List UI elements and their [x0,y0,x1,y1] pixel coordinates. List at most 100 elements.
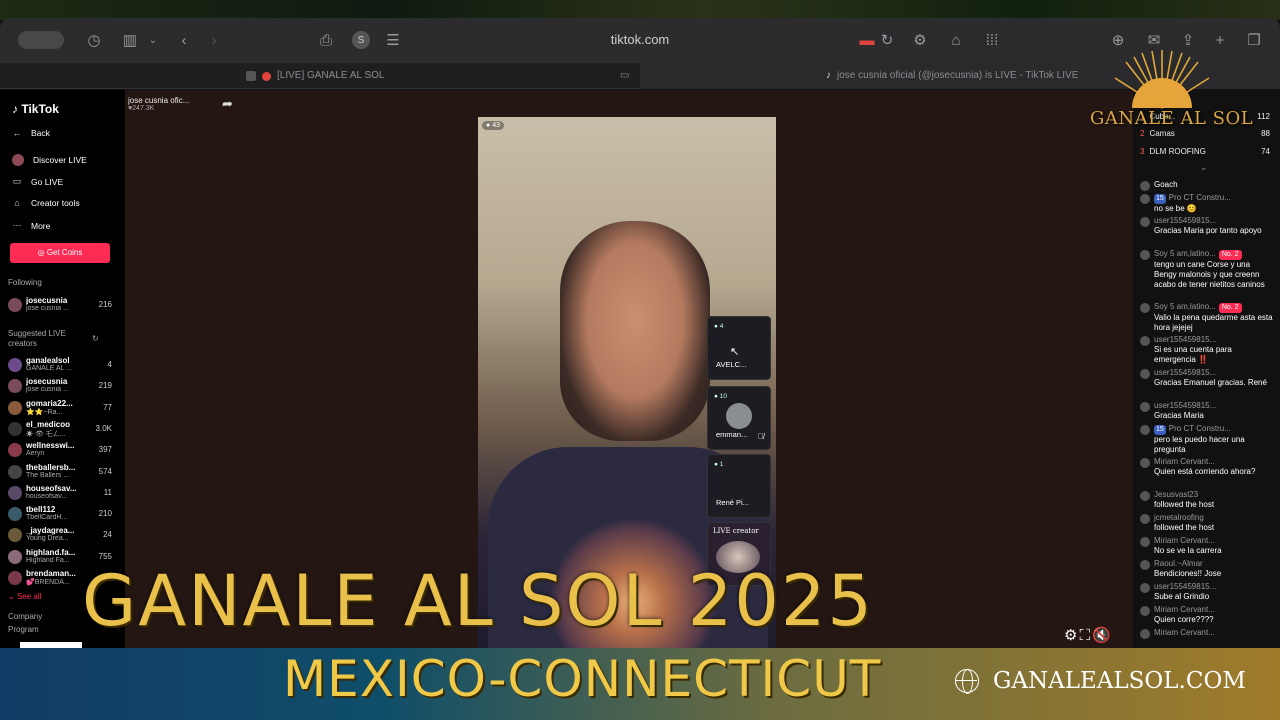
account-subtitle: ⭐⭐~Ra... [26,408,63,416]
settings-icon[interactable]: ⚙ [1064,627,1079,644]
comment-username: Soy 5 am,latino... [1154,249,1216,258]
comment-item[interactable]: 15 Pro CT Constru... no se be 😊 [1140,193,1274,214]
suggested-account[interactable]: ganalealsol GANALE AL ... 4 [8,356,112,376]
comment-username: Miriam Cervant... [1154,628,1215,637]
comment-item[interactable]: Soy 5 am,latino... No. 2 tengo un cane Cor… [1140,249,1274,290]
comment-item[interactable]: Miriam Cervant... No se ve la carrera [1140,536,1274,556]
account-name: gomaria22... [26,398,73,408]
account-name: brendaman... [26,569,76,578]
tab-live-ganale[interactable]: [LIVE] GANALE AL SOL [246,63,384,89]
fullscreen-icon[interactable]: ⛶ [1079,627,1092,644]
home-icon[interactable]: ⌂ [946,28,966,52]
avatar [8,400,22,415]
panel-icon[interactable]: ▥ [120,28,140,52]
comment-item[interactable]: user155459815... Si es una cuenta para em… [1140,335,1274,365]
suggested-account[interactable]: houseofsav... houseofsav... 11 [8,484,112,504]
picture-in-picture-icon[interactable]: ▭ [620,63,636,89]
suggested-account[interactable]: _jaydagrea... Young Drea... 24 [8,526,112,546]
comment-item[interactable]: Miriam Cervant... Quien está corriendo ah… [1140,457,1274,477]
comment-item[interactable]: user155459815... Sube al Grindio [1140,582,1274,602]
clock-icon[interactable]: ◷ [84,28,104,52]
comment-user: Miriam Cervant... [1140,605,1274,615]
address-bar[interactable]: tiktok.com [520,28,760,52]
avatar [8,421,22,436]
comment-username: user155459815... [1154,582,1217,591]
suggested-account[interactable]: theballersb... The Ballers ... 574 [8,463,112,483]
nav-go-live[interactable]: ▭ Go LIVE [12,176,63,187]
suggested-account[interactable]: josecusnia jose cusnia ... 219 [8,377,112,397]
expand-chevron-icon[interactable]: ⌄ [1200,162,1208,173]
video-controls: ⚙⛶🔇 [1064,626,1113,644]
suggested-account[interactable]: tbell112 TbellCardH... 210 [8,505,112,525]
nav-label: Creator tools [31,198,80,208]
account-subtitle: Aeryn [26,450,45,458]
nav-discover-live[interactable]: Discover LIVE [12,154,87,166]
grid-icon[interactable]: ⁞⁞⁞ [982,28,1002,52]
tabs-icon[interactable]: ❐ [1244,28,1264,52]
guest-tile[interactable]: ● 4 ↖ AVELC... [707,316,771,380]
company-link[interactable]: Company [8,612,42,621]
mute-icon[interactable]: 🔇 [1092,627,1113,644]
comment-username: Miriam Cervant... [1154,605,1215,614]
comment-item[interactable]: 15 Pro CT Constru... pero les puedo hacer … [1140,424,1274,455]
chevron-right-icon[interactable]: › [206,28,222,52]
comment-item[interactable]: jcmetalroofing followed the host [1140,513,1274,533]
comment-item[interactable]: Goach [1140,180,1274,191]
comment-text: Goach [1154,180,1178,189]
following-account[interactable]: josecusnia jose cusnia ... 216 [8,296,112,316]
guest-tile[interactable]: ● 10 emman... 🎙̸ [707,386,771,450]
program-link[interactable]: Program [8,625,39,634]
ranking-row[interactable]: 2 Camas 88 [1140,129,1270,143]
print-icon[interactable]: ⎙ [316,28,336,52]
refresh-icon[interactable]: ↻ [92,334,99,343]
comment-item[interactable]: user155459815... Gracias Maria [1140,401,1274,421]
comment-text: Valio la pena quedarme asta esta hora je… [1154,313,1273,332]
guest-tile[interactable]: ● 1 René Pi... [707,454,771,518]
viewer-count: 4 [107,360,112,369]
suggested-account[interactable]: el_medicoo ☀ 👁 乇ㄥ... 3.0K [8,420,112,440]
host-info[interactable]: jose cusnia ofic... ♥247.3K [128,96,189,112]
viewer-count: 43 [492,122,500,129]
comment-item[interactable]: Raoul.~Almar Bendiciones!! Jose [1140,559,1274,579]
comment-text: Quien está corriendo ahora? [1154,467,1256,476]
get-coins-button[interactable]: ◎ Get Coins [10,243,110,263]
share-arrow-icon[interactable]: ➦ [222,96,233,112]
comment-username: Pro CT Constru... [1168,424,1231,433]
rank-number: 2 [1140,129,1145,138]
sun-logo-icon [1114,50,1210,109]
see-all-link[interactable]: ⌄ See all [8,592,41,601]
comment-item[interactable]: Jesusvasl23 followed the host [1140,490,1274,510]
reader-icon[interactable]: ☰ [384,28,402,52]
comment-user: user155459815... [1140,216,1274,226]
sidebar-toggle-icon[interactable] [18,31,64,49]
nav-creator-tools[interactable]: ⌂ Creator tools [12,198,80,208]
gear-icon[interactable]: ⚙ [910,28,930,52]
account-subtitle: 💕BRENDA... [26,579,70,586]
recording-icon[interactable]: ▬ [858,28,876,52]
suggested-account[interactable]: gomaria22... ⭐⭐~Ra... 77 [8,399,112,419]
nav-back[interactable]: ← Back [12,128,50,138]
reload-icon[interactable]: ↻ [878,28,896,52]
s-badge-icon[interactable]: S [352,31,370,49]
tiktok-logo[interactable]: ♪ TikTok [12,102,59,116]
comment-avatar [1140,606,1150,616]
comment-item[interactable]: Soy 5 am,latino... No. 2 Valio la pena que… [1140,302,1274,333]
plus-icon[interactable]: + [1210,28,1230,52]
comment-user: 15 Pro CT Constru... [1140,193,1274,204]
comment-item[interactable]: user155459815... Gracias Maria por tanto … [1140,216,1274,236]
comment-item[interactable]: Miriam Cervant... [1140,628,1274,639]
nav-more[interactable]: ⋯ More [12,220,51,231]
ranking-row[interactable]: 3 DLM ROOFING 74 [1140,147,1270,161]
viewer-count: 3.0K [95,423,112,433]
viewer-count: 397 [98,445,112,455]
comment-username: Miriam Cervant... [1154,536,1215,545]
account-subtitle: Highland Fa... [26,556,70,564]
suggested-account[interactable]: wellnesswi... Aeryn 397 [8,441,112,461]
chevron-left-icon[interactable]: ‹ [176,28,192,52]
comment-item[interactable]: Miriam Cervant... Quien corre???? [1140,605,1274,625]
comment-item[interactable]: user155459815... Gracias Emanuel gracias.… [1140,368,1274,388]
comment-avatar [1140,629,1150,639]
get-coins-label: Get Coins [46,248,83,257]
comment-user: Raoul.~Almar [1140,559,1274,569]
chevron-down-icon[interactable]: ⌄ [146,28,160,52]
